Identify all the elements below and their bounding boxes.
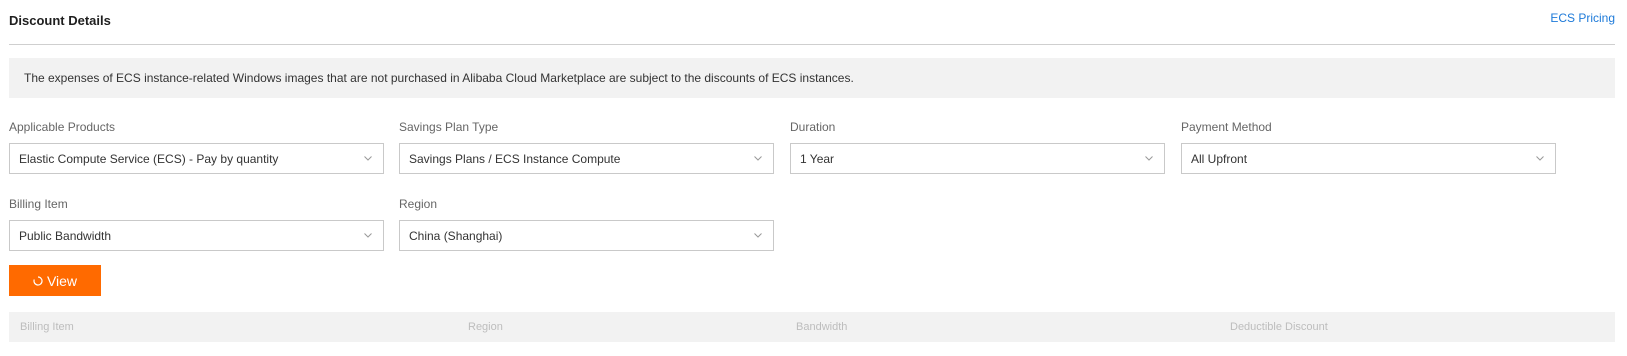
page-title: Discount Details — [9, 13, 111, 28]
payment-method-select[interactable]: All Upfront — [1181, 143, 1556, 174]
billing-item-field: Billing Item Public Bandwidth — [9, 196, 384, 251]
payment-method-label: Payment Method — [1181, 120, 1272, 134]
applicable-products-field: Applicable Products Elastic Compute Serv… — [9, 119, 384, 174]
ecs-pricing-link[interactable]: ECS Pricing — [1550, 11, 1615, 25]
view-button-label: View — [46, 272, 78, 289]
savings-plan-type-value: Savings Plans / ECS Instance Compute — [409, 151, 621, 166]
applicable-products-select[interactable]: Elastic Compute Service (ECS) - Pay by q… — [9, 143, 384, 174]
chevron-down-icon — [752, 153, 764, 165]
chevron-down-icon — [752, 230, 764, 242]
savings-plan-type-select[interactable]: Savings Plans / ECS Instance Compute — [399, 143, 774, 174]
savings-plan-type-label: Savings Plan Type — [399, 120, 499, 134]
region-select[interactable]: China (Shanghai) — [399, 220, 774, 251]
column-header-bandwidth: Bandwidth — [796, 321, 848, 333]
view-button[interactable]: View — [9, 265, 101, 296]
region-label: Region — [399, 197, 438, 211]
payment-method-value: All Upfront — [1191, 151, 1248, 166]
duration-label: Duration — [790, 120, 836, 134]
notice-text: The expenses of ECS instance-related Win… — [24, 71, 854, 85]
column-header-region: Region — [468, 321, 503, 333]
region-value: China (Shanghai) — [409, 228, 503, 243]
results-table-header: Billing Item Region Bandwidth Deductible… — [9, 312, 1615, 342]
duration-value: 1 Year — [800, 151, 835, 166]
applicable-products-value: Elastic Compute Service (ECS) - Pay by q… — [19, 151, 279, 166]
header-divider — [9, 44, 1615, 45]
column-header-billing-item: Billing Item — [20, 321, 74, 333]
column-header-deductible-discount: Deductible Discount — [1230, 321, 1328, 333]
billing-item-select[interactable]: Public Bandwidth — [9, 220, 384, 251]
chevron-down-icon — [362, 153, 374, 165]
duration-select[interactable]: 1 Year — [790, 143, 1165, 174]
billing-item-value: Public Bandwidth — [19, 228, 112, 243]
chevron-down-icon — [362, 230, 374, 242]
info-notice: The expenses of ECS instance-related Win… — [9, 58, 1615, 98]
chevron-down-icon — [1534, 153, 1546, 165]
applicable-products-label: Applicable Products — [9, 120, 116, 134]
billing-item-label: Billing Item — [9, 197, 68, 211]
savings-plan-type-field: Savings Plan Type Savings Plans / ECS In… — [399, 119, 774, 174]
duration-field: Duration 1 Year — [790, 119, 1165, 174]
loading-spinner-icon — [33, 275, 43, 286]
region-field: Region China (Shanghai) — [399, 196, 774, 251]
payment-method-field: Payment Method All Upfront — [1181, 119, 1556, 174]
chevron-down-icon — [1143, 153, 1155, 165]
